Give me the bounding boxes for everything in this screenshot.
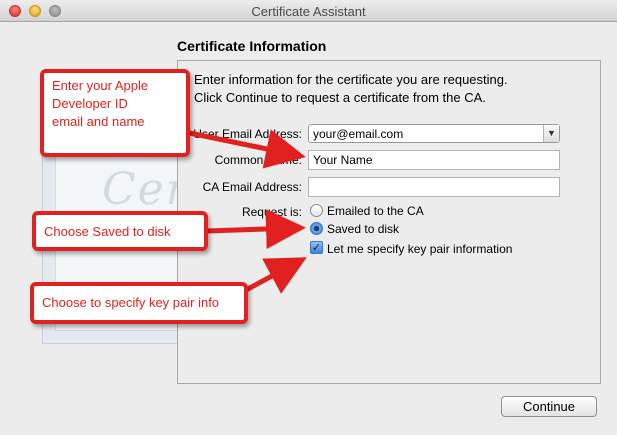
arrow-to-key-pair xyxy=(244,257,307,294)
callout-key-pair: Choose to specify key pair info xyxy=(30,282,248,324)
arrow-to-saved-to-disk xyxy=(205,209,306,249)
callout-apple-id-line-2: Developer ID xyxy=(52,96,128,111)
arrow-to-common-name xyxy=(179,128,306,169)
callout-apple-id-line-3: email and name xyxy=(52,114,145,129)
callout-apple-id: Enter your Apple Developer ID email and … xyxy=(40,69,190,157)
callout-apple-id-line-1: Enter your Apple xyxy=(52,78,149,93)
callout-saved-to-disk: Choose Saved to disk xyxy=(32,211,208,251)
